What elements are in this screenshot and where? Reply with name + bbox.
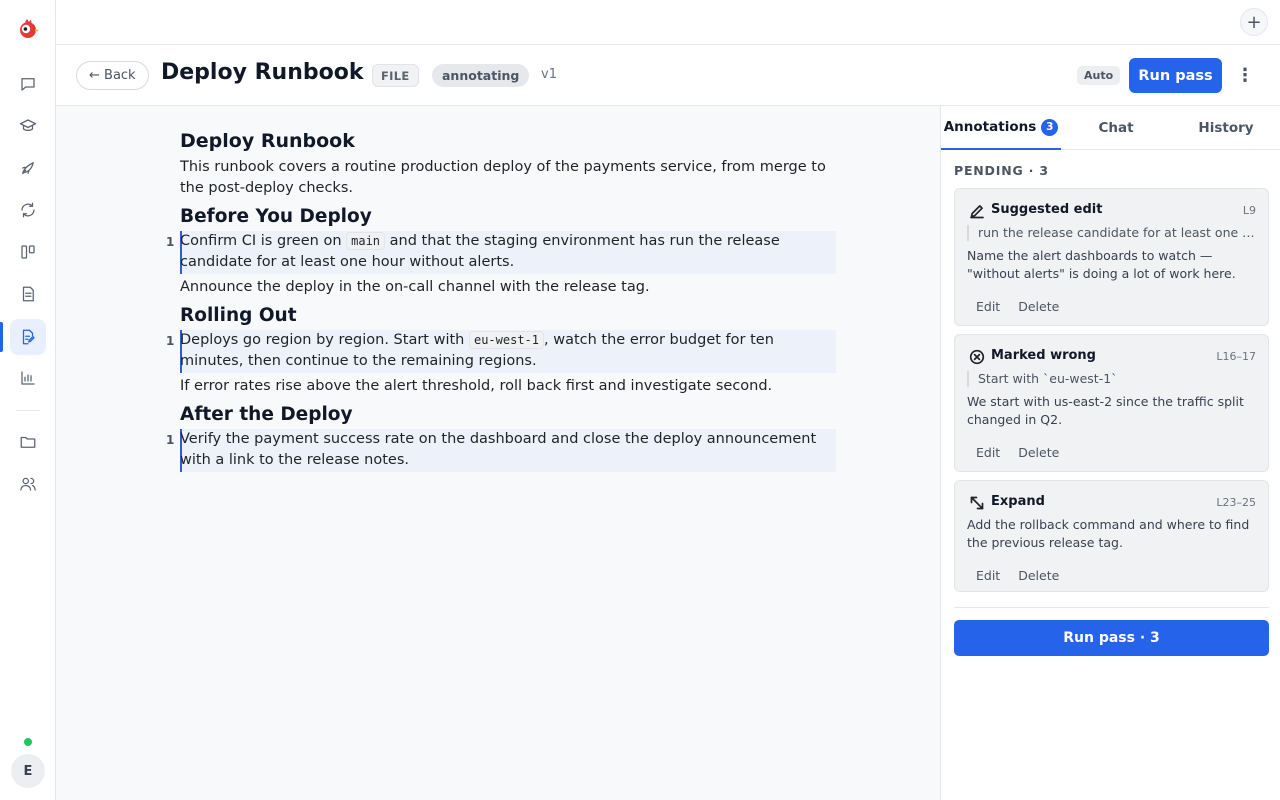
annotated-paragraph: Deploys go region by region. Start with … xyxy=(180,330,836,372)
annotation-location[interactable]: L23–25 xyxy=(1216,496,1256,509)
pending-section-label: PENDING · 3 xyxy=(954,163,1049,178)
section-heading: Before You Deploy xyxy=(180,206,372,227)
edit-button[interactable]: Edit xyxy=(967,441,1009,463)
panel-tabs: Annotations 3 Chat History xyxy=(941,106,1280,150)
annotation-count[interactable]: 1 xyxy=(166,433,174,447)
document-edit-icon xyxy=(22,329,35,345)
annotation-card[interactable]: Expand L23–25 Add the rollback command a… xyxy=(954,480,1269,592)
delete-button[interactable]: Delete xyxy=(1009,441,1068,463)
section-heading: Rolling Out xyxy=(180,305,297,326)
bar-chart-icon xyxy=(21,371,35,385)
annotation-card[interactable]: Suggested edit L9 run the release candid… xyxy=(954,188,1269,326)
annotation-comment: Name the alert dashboards to watch — "wi… xyxy=(967,248,1236,281)
annotation-count[interactable]: 1 xyxy=(166,235,174,249)
nav-launch[interactable] xyxy=(10,150,46,186)
annotation-location[interactable]: L9 xyxy=(1243,204,1256,217)
paragraph-text: Confirm CI is green on xyxy=(180,233,347,249)
annotated-block[interactable]: 1 Verify the payment success rate on the… xyxy=(166,429,836,472)
nav-sync[interactable] xyxy=(10,192,46,228)
inline-code: main xyxy=(346,232,386,250)
edit-button[interactable]: Edit xyxy=(967,564,1009,586)
users-icon xyxy=(20,477,36,491)
document-icon xyxy=(22,286,34,302)
auto-mode-toggle[interactable]: Auto xyxy=(1077,66,1121,85)
delete-button[interactable]: Delete xyxy=(1009,564,1068,586)
expand-icon xyxy=(969,495,985,511)
annotation-location[interactable]: L16–17 xyxy=(1216,350,1256,363)
nav-people[interactable] xyxy=(10,466,46,502)
annotation-comment: We start with us-east-2 since the traffi… xyxy=(967,394,1244,427)
section-heading: After the Deploy xyxy=(180,404,353,425)
active-nav-indicator xyxy=(0,322,3,352)
x-circle-icon xyxy=(969,349,985,365)
annotation-type: Marked wrong xyxy=(991,348,1096,363)
annotation-type: Suggested edit xyxy=(991,202,1103,217)
delete-button[interactable]: Delete xyxy=(1009,295,1068,317)
rail-divider xyxy=(16,410,40,411)
annotation-quote: run the release candidate for at least o… xyxy=(967,225,1257,241)
annotation-card[interactable]: Marked wrong L16–17 Start with `eu-west-… xyxy=(954,334,1269,472)
annotation-type: Expand xyxy=(991,494,1045,509)
nav-review[interactable] xyxy=(10,319,46,355)
kanban-icon xyxy=(21,245,35,259)
more-options-icon[interactable]: ⋮ xyxy=(1233,63,1257,87)
version-label: v1 xyxy=(541,67,557,82)
annotations-panel: Annotations 3 Chat History PENDING · 3 S… xyxy=(940,106,1280,800)
left-rail: E xyxy=(0,0,56,800)
nav-chat[interactable] xyxy=(10,66,46,102)
nav-files[interactable] xyxy=(10,424,46,460)
run-pass-button[interactable]: Run pass xyxy=(1129,58,1222,93)
app-logo-icon[interactable] xyxy=(16,17,40,41)
document-heading: Deploy Runbook xyxy=(180,130,355,152)
status-badge: annotating xyxy=(432,64,530,87)
annotations-count-badge: 3 xyxy=(1041,118,1059,136)
annotated-block[interactable]: 1 Deploys go region by region. Start wit… xyxy=(166,330,836,373)
page-title: Deploy Runbook xyxy=(161,60,364,85)
pencil-icon xyxy=(969,203,985,219)
paragraph: Announce the deploy in the on-call chann… xyxy=(180,279,650,295)
annotation-count[interactable]: 1 xyxy=(166,334,174,348)
card-actions: Edit Delete xyxy=(967,564,1068,586)
paragraph-text: Deploys go region by region. Start with xyxy=(180,332,469,348)
annotated-paragraph: Verify the payment success rate on the d… xyxy=(180,431,817,468)
nav-board[interactable] xyxy=(10,234,46,270)
tab-annotations[interactable]: Annotations 3 xyxy=(941,106,1061,150)
annotated-paragraph: Confirm CI is green on main and that the… xyxy=(180,231,836,273)
tab-history[interactable]: History xyxy=(1171,106,1280,150)
inline-code: eu-west-1 xyxy=(468,331,544,349)
top-bar: + xyxy=(56,0,1280,45)
nav-documents[interactable] xyxy=(10,276,46,312)
document-viewer: Deploy Runbook This runbook covers a rou… xyxy=(56,106,940,800)
card-actions: Edit Delete xyxy=(967,441,1068,463)
card-actions: Edit Delete xyxy=(967,295,1068,317)
document-content: Deploy Runbook This runbook covers a rou… xyxy=(166,128,836,475)
document-header: ← Back Deploy Runbook FILE annotating v1… xyxy=(56,45,1280,106)
tab-label: Annotations xyxy=(943,119,1037,135)
annotation-comment: Add the rollback command and where to fi… xyxy=(967,517,1250,550)
online-status-dot xyxy=(24,738,32,746)
rocket-icon xyxy=(22,162,34,174)
annotated-block[interactable]: 1 Confirm CI is green on main and that t… xyxy=(166,231,836,274)
annotation-quote: Start with `eu-west-1` xyxy=(967,371,1257,387)
paragraph: If error rates rise above the alert thre… xyxy=(180,378,773,394)
panel-divider xyxy=(954,607,1269,608)
edit-button[interactable]: Edit xyxy=(967,295,1009,317)
folder-icon xyxy=(20,436,36,448)
user-avatar[interactable]: E xyxy=(11,754,45,788)
back-button[interactable]: ← Back xyxy=(76,61,149,90)
graduation-cap-icon xyxy=(19,119,37,132)
file-type-badge: FILE xyxy=(372,64,419,87)
chat-icon xyxy=(21,78,35,91)
nav-analytics[interactable] xyxy=(10,360,46,396)
add-button[interactable]: + xyxy=(1240,8,1268,36)
tab-chat[interactable]: Chat xyxy=(1061,106,1171,150)
run-pass-all-button[interactable]: Run pass · 3 xyxy=(954,620,1269,656)
nav-learn[interactable] xyxy=(10,108,46,144)
refresh-icon xyxy=(21,202,35,218)
document-intro: This runbook covers a routine production… xyxy=(180,159,826,196)
